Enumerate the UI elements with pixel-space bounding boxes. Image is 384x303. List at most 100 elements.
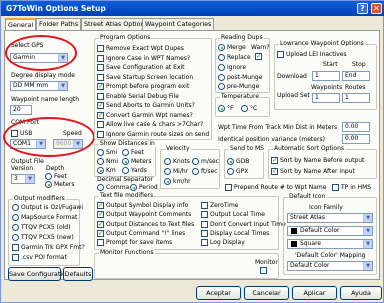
upload-routes-input[interactable]: 1: [342, 93, 370, 103]
dups-replace-radio[interactable]: [218, 54, 225, 61]
title-bar: G7ToWin Options Setup ? ✕: [1, 1, 384, 16]
save-configuration-button[interactable]: Save Configuration: [8, 267, 70, 281]
dist-feet-radio[interactable]: [122, 149, 129, 156]
vel-knots-radio[interactable]: [164, 158, 171, 165]
depth-label: Depth: [46, 165, 65, 172]
dist-km-radio[interactable]: [97, 167, 104, 174]
dist-yards-radio[interactable]: [122, 167, 129, 174]
program-option-checkbox[interactable]: [97, 54, 104, 62]
modifier-mapsource-radio[interactable]: [12, 214, 19, 221]
dups-merge-label: Merge: [227, 44, 246, 51]
text-modifier-checkbox[interactable]: [97, 201, 104, 209]
icon-family-dropdown[interactable]: Street Atlas ▼: [287, 213, 373, 223]
garmin-gpx-checkbox[interactable]: [12, 244, 19, 251]
program-option-checkbox[interactable]: [97, 101, 104, 109]
modifier-ttqv-old-radio[interactable]: [12, 224, 19, 231]
time-modifier-checkbox[interactable]: [201, 211, 208, 219]
dups-merge-radio[interactable]: [218, 44, 225, 51]
dist-meters-radio[interactable]: [122, 158, 129, 165]
cancel-button[interactable]: Cancelar: [244, 286, 289, 300]
sep-period-radio[interactable]: [130, 184, 137, 191]
download-stop-input[interactable]: End: [342, 71, 370, 81]
dups-pre-munge-label: pre-Munge: [227, 83, 260, 90]
text-modifier-checkbox[interactable]: [97, 229, 104, 237]
temp-c-label: °C: [250, 105, 258, 112]
icon-shape-dropdown[interactable]: Square ▼: [287, 239, 373, 249]
show-distances-title: Show Distances in: [99, 140, 156, 147]
dups-pre-munge-radio[interactable]: [218, 83, 225, 90]
wpt-time-min-dist-input[interactable]: 0.00: [342, 122, 370, 132]
sort-before-output-checkbox[interactable]: [271, 156, 278, 164]
close-title-button[interactable]: ✕: [371, 3, 382, 14]
sort-after-input-label: Sort by Name After input: [280, 168, 355, 175]
program-option-checkbox[interactable]: [97, 64, 104, 71]
vel-kmhr-radio[interactable]: [164, 178, 171, 185]
sort-before-output-label: Sort by Name Before output: [280, 157, 365, 164]
position-variance-input[interactable]: 0.00: [342, 134, 370, 144]
tp-in-hms-checkbox[interactable]: [332, 184, 339, 191]
program-option-checkbox[interactable]: [97, 111, 104, 119]
tp-in-hms-label: TP in HMS: [341, 184, 372, 191]
color-mapping-dropdown[interactable]: Default Color ▼: [287, 261, 373, 271]
temp-f-label: °F: [227, 105, 234, 112]
vel-msec-radio[interactable]: [192, 158, 199, 165]
sep-comma-radio[interactable]: [97, 184, 104, 191]
time-modifier-checkbox[interactable]: [201, 229, 208, 237]
depth-feet-radio[interactable]: [45, 173, 52, 180]
version-dropdown[interactable]: 3 ▼: [11, 174, 35, 184]
monitor-checkbox[interactable]: [260, 267, 267, 274]
vel-mihr-radio[interactable]: [164, 168, 171, 175]
dups-post-munge-radio[interactable]: [218, 74, 225, 81]
degree-mode-dropdown[interactable]: DD MM mm ▼: [10, 81, 68, 91]
upload-lei-checkbox[interactable]: [277, 51, 284, 58]
program-option-checkbox[interactable]: [97, 82, 104, 90]
dist-nmi-radio[interactable]: [97, 158, 104, 165]
vel-ftsec-radio[interactable]: [192, 168, 199, 175]
program-option-checkbox[interactable]: [97, 45, 104, 52]
depth-meters-radio[interactable]: [45, 181, 52, 188]
time-modifier-checkbox[interactable]: [201, 239, 208, 247]
help-button[interactable]: Ayuda: [340, 286, 382, 300]
text-modifier-checkbox[interactable]: [97, 210, 104, 219]
prepend-route-checkbox[interactable]: [225, 184, 232, 191]
download-start-input[interactable]: 1: [312, 71, 340, 81]
tab-folder-paths[interactable]: Folder Paths: [36, 18, 82, 30]
program-option-label: Save Startup Screen location: [106, 73, 194, 81]
modifier-ttqv-new-radio[interactable]: [12, 234, 19, 241]
send-gpx-radio[interactable]: [227, 168, 234, 175]
program-option-checkbox[interactable]: [97, 92, 104, 100]
time-modifier-checkbox[interactable]: [201, 220, 208, 228]
modifier-ozi-radio[interactable]: [12, 204, 19, 211]
apply-button[interactable]: Aplicar: [292, 286, 337, 300]
send-gdb-radio[interactable]: [227, 158, 234, 165]
icon-color-dropdown[interactable]: Default Color ▼: [287, 226, 373, 236]
accept-button[interactable]: Aceptar: [196, 286, 241, 300]
dups-ignore-radio[interactable]: [218, 64, 225, 71]
help-title-button[interactable]: ?: [357, 3, 368, 14]
send-gdb-label: GDB: [236, 158, 250, 165]
text-modifier-checkbox[interactable]: [97, 239, 104, 247]
program-option-label: Send Aborts to Garmin Units?: [106, 102, 195, 109]
routes-label: Routes: [345, 84, 366, 91]
text-modifier-label: Output Command "!" lines: [106, 229, 186, 237]
text-modifier-checkbox[interactable]: [97, 220, 104, 228]
time-modifier-checkbox[interactable]: [201, 202, 208, 209]
program-option-checkbox[interactable]: [97, 73, 104, 81]
program-option-checkbox[interactable]: [97, 121, 104, 128]
program-options-title: Program Options: [99, 34, 152, 41]
waypoint-name-length-input[interactable]: 20: [10, 105, 32, 115]
temp-c-radio[interactable]: [241, 105, 248, 112]
defaults-button[interactable]: Defaults: [63, 267, 93, 281]
program-option-checkbox[interactable]: [97, 130, 104, 138]
tab-street-atlas-options[interactable]: Street Atlas Options: [81, 18, 151, 30]
warn-checkbox[interactable]: [255, 52, 262, 60]
csv-poi-checkbox[interactable]: [12, 254, 19, 261]
temp-f-radio[interactable]: [218, 105, 225, 112]
program-option-label: Allow live case & chars >7Char?: [106, 121, 204, 128]
dist-smi-radio[interactable]: [97, 149, 104, 156]
upload-waypoints-input[interactable]: 1: [312, 93, 340, 103]
tab-waypoint-categories[interactable]: Waypoint Categories: [142, 18, 215, 30]
sort-after-input-checkbox[interactable]: [271, 167, 278, 175]
vel-ftsec-label: ft/sec: [201, 168, 218, 175]
chevron-down-icon: ▼: [58, 82, 67, 90]
